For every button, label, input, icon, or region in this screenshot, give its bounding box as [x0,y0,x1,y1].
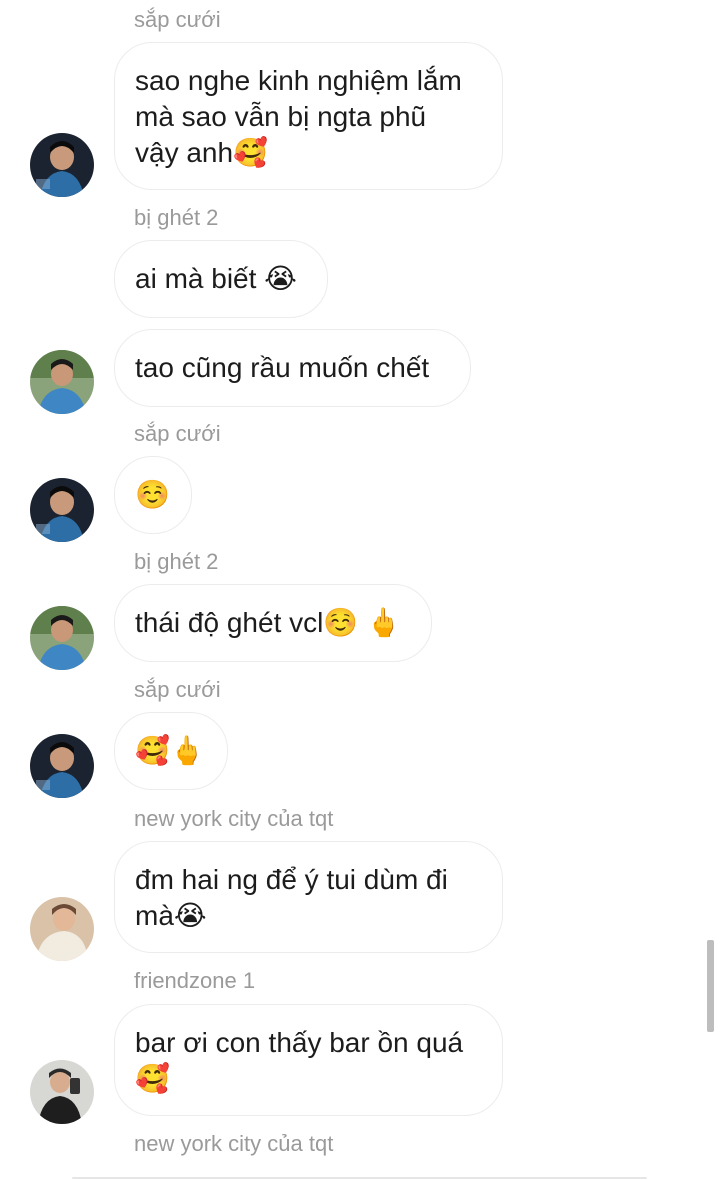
message-line: tao cũng rầu muốn chết [135,352,430,383]
sender-name: bị ghét 2 [134,549,219,574]
message-line: ai mà biết 😭 [135,263,297,294]
chat-thread[interactable]: sắp cưới sao nghe kinh nghiệm lắm mà sao… [0,0,720,1180]
sender-name: bị ghét 2 [134,205,219,230]
avatar[interactable] [30,734,94,798]
message-line: mà😭 [135,900,207,931]
message-bubble[interactable]: ai mà biết 😭 [114,240,328,318]
sender-name: friendzone 1 [134,968,256,993]
message-bubble[interactable]: tao cũng rầu muốn chết [114,329,471,407]
message-line: 🥰 [135,1063,170,1094]
message-line: vậy anh🥰 [135,137,268,168]
sender-name: sắp cưới [134,7,221,32]
message-line: mà sao vẫn bị ngta phũ [135,101,427,132]
message-bubble[interactable]: 🥰🖕 [114,712,228,790]
message-bubble[interactable]: sao nghe kinh nghiệm lắm mà sao vẫn bị n… [114,42,503,190]
avatar[interactable] [30,133,94,197]
message-bubble[interactable]: đm hai ng để ý tui dùm đi mà😭 [114,841,503,953]
avatar[interactable] [30,478,94,542]
message-line: sao nghe kinh nghiệm lắm [135,65,462,96]
avatar[interactable] [30,897,94,961]
message-bubble[interactable]: thái độ ghét vcl☺️ 🖕 [114,584,432,662]
message-bubble[interactable]: bar ơi con thấy bar ồn quá 🥰 [114,1004,503,1116]
message-bubble[interactable]: ☺️ [114,456,192,534]
sender-name: new york city của tqt [134,1131,334,1156]
message-line: đm hai ng để ý tui dùm đi [135,864,448,895]
avatar[interactable] [30,606,94,670]
avatar[interactable] [30,1060,94,1124]
message-line: bar ơi con thấy bar ồn quá [135,1027,464,1058]
scrollbar[interactable] [707,940,714,1032]
sender-name: sắp cưới [134,421,221,446]
avatar[interactable] [30,350,94,414]
message-line: thái độ ghét vcl☺️ 🖕 [135,607,401,638]
sender-name: sắp cưới [134,677,221,702]
sender-name: new york city của tqt [134,806,334,831]
divider [72,1177,647,1179]
message-line: ☺️ [135,479,170,510]
message-line: 🥰🖕 [135,735,205,766]
